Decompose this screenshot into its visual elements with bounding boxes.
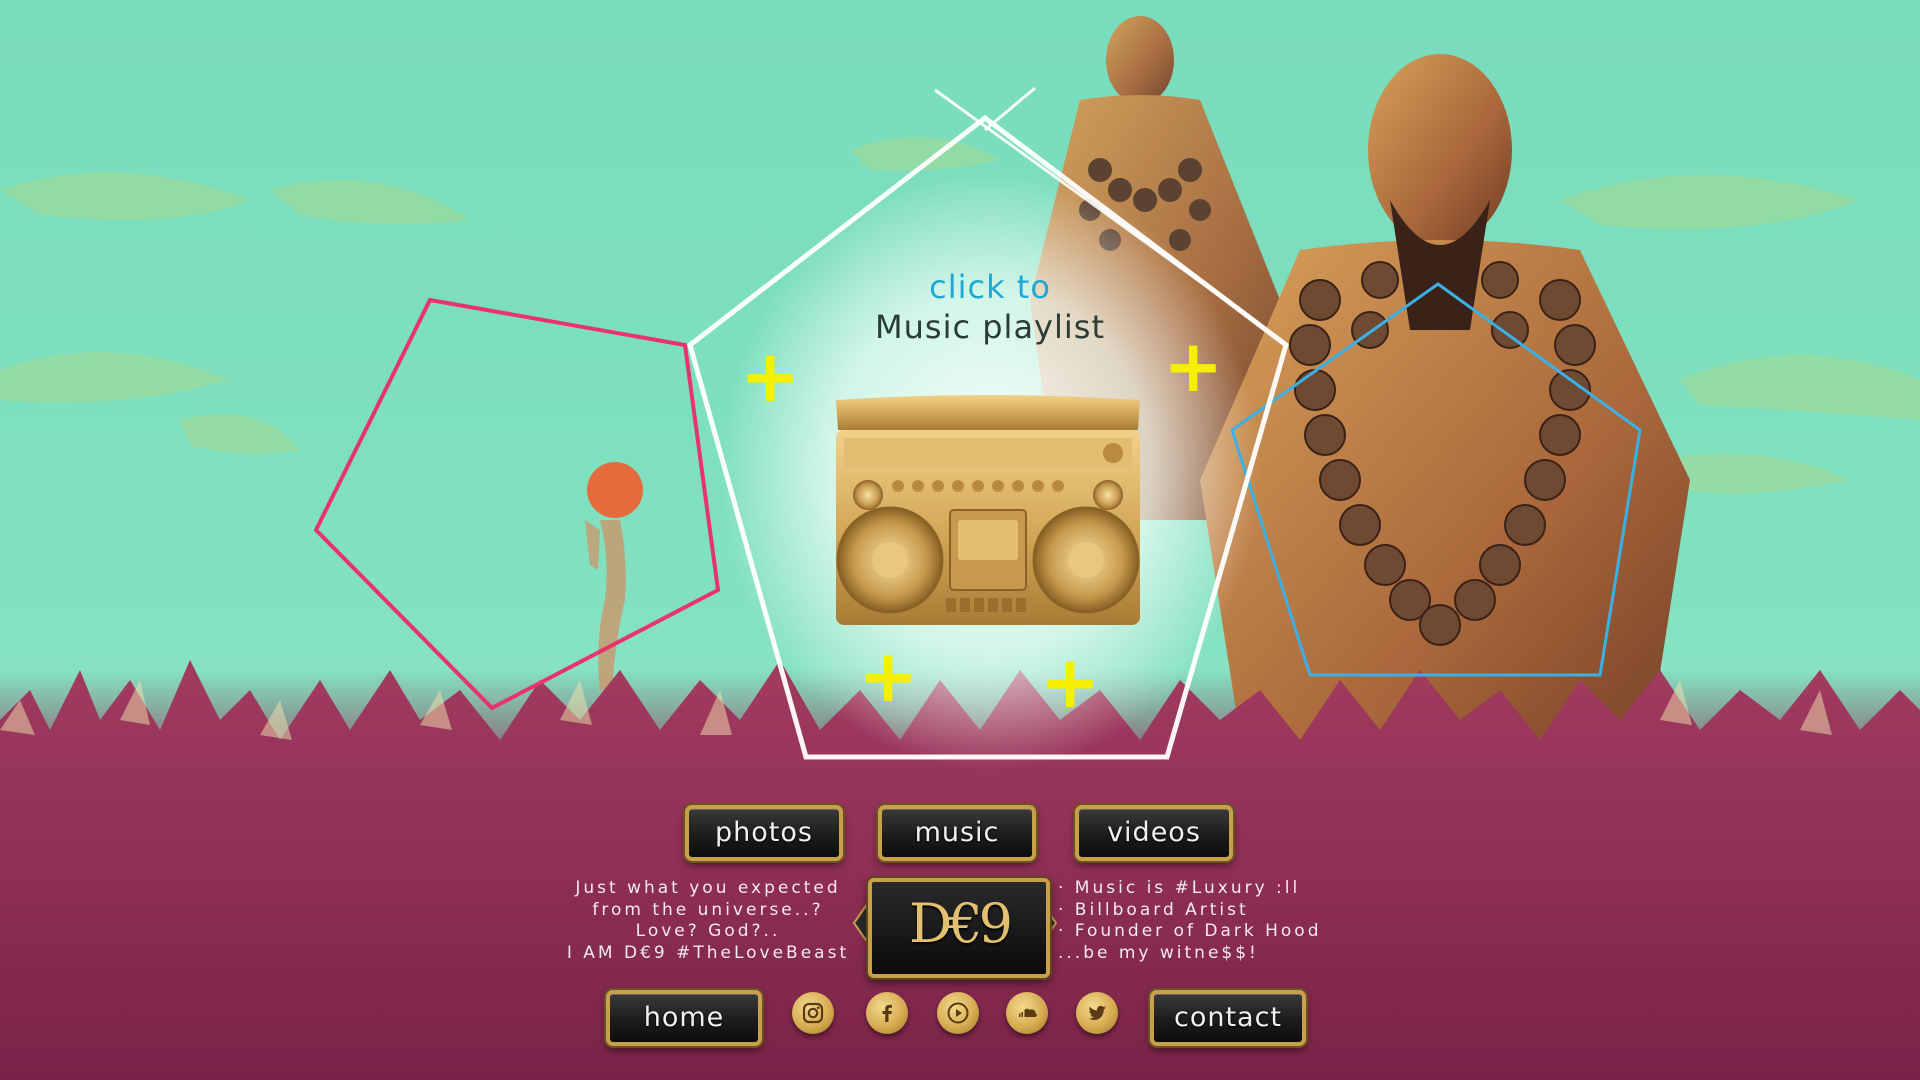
tagline-left-line: from the universe..? [592, 899, 824, 920]
tagline-right-line: ...be my witne$$! [1058, 942, 1259, 963]
boombox-playlist-button[interactable] [828, 390, 1148, 640]
twitter-icon [1088, 1005, 1106, 1020]
plus-icon: + [1040, 640, 1101, 724]
contact-button[interactable]: contact [1150, 990, 1306, 1046]
soundcloud-icon [1018, 1008, 1037, 1017]
tagline-right-line: · Founder of Dark Hood [1058, 921, 1322, 941]
soundcloud-button[interactable] [1006, 992, 1048, 1034]
logo-button[interactable]: D€9 [868, 878, 1050, 978]
instagram-icon [802, 1002, 824, 1024]
videos-button[interactable]: videos [1075, 805, 1233, 861]
music-playlist-label[interactable]: Music playlist [780, 308, 1200, 346]
instagram-button[interactable] [792, 992, 834, 1034]
twitter-button[interactable] [1076, 992, 1118, 1034]
plus-icon: + [740, 334, 801, 418]
tagline-left-line: Love? God?.. [635, 921, 781, 941]
left-pentagon-outline [313, 297, 721, 711]
boombox-icon [836, 395, 1140, 625]
page-background: click to Music playlist + + + + photos m… [0, 0, 1920, 1080]
man-figure-front [1200, 54, 1690, 800]
facebook-icon [882, 1004, 892, 1022]
tagline-right-line: · Billboard Artist [1058, 899, 1249, 920]
click-to-label[interactable]: click to [780, 268, 1200, 306]
tagline-left-line: I AM D€9 #TheLoveBeast [566, 942, 850, 963]
facebook-button[interactable] [866, 992, 908, 1034]
plus-icon: + [858, 634, 919, 718]
music-button[interactable]: music [878, 805, 1036, 861]
tagline-left-line: Just what you expected [575, 878, 841, 898]
home-button[interactable]: home [606, 990, 762, 1046]
tagline-right: · Music is #Luxury :ll · Billboard Artis… [1058, 878, 1358, 964]
youtube-icon [947, 1002, 969, 1024]
logo-text: D€9 [908, 892, 1013, 955]
tagline-left: Just what you expected from the universe… [560, 878, 856, 964]
plus-icon: + [1163, 324, 1224, 408]
tagline-right-line: · Music is #Luxury :ll [1058, 878, 1301, 898]
photos-button[interactable]: photos [685, 805, 843, 861]
youtube-button[interactable] [937, 992, 979, 1034]
